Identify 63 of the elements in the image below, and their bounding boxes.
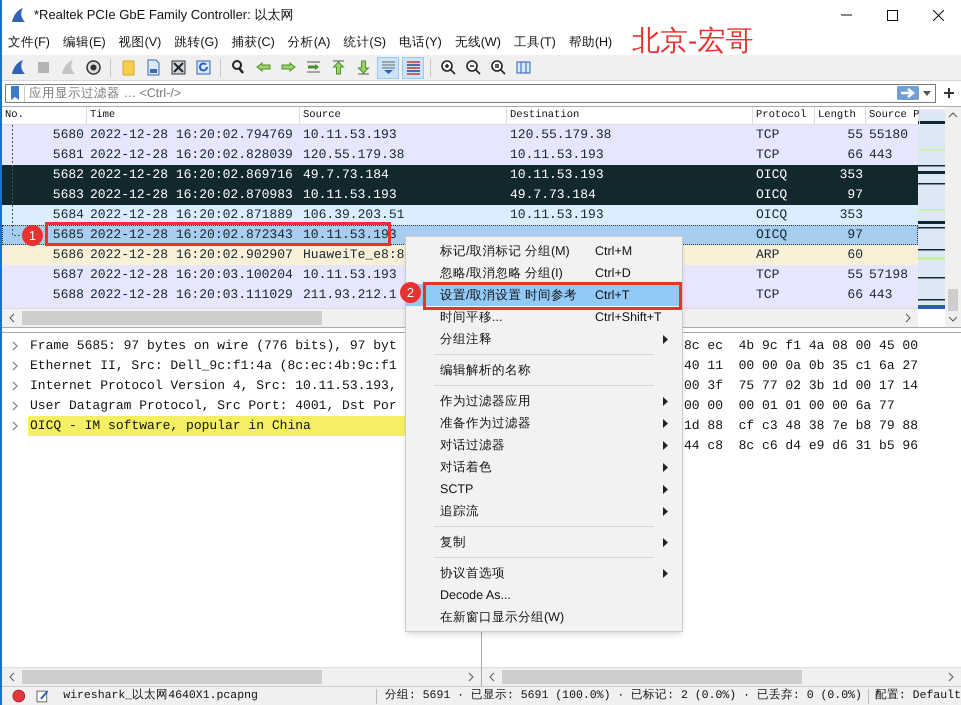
table-cell: 10.11.53.193 xyxy=(303,187,397,202)
table-cell: 353 xyxy=(840,167,863,182)
table-cell: 57198 xyxy=(869,267,908,282)
table-cell: OICQ xyxy=(756,187,788,202)
table-cell: 211.93.212.1 xyxy=(303,287,397,302)
table-cell: 55 xyxy=(847,267,863,282)
table-cell: 66 xyxy=(847,287,863,302)
table-cell: 5681 xyxy=(52,147,84,162)
table-cell: 10.11.53.193 xyxy=(510,207,604,222)
table-cell: 10.11.53.193 xyxy=(510,167,604,182)
table-cell: 2022-12-28 16:20:02.872343 xyxy=(90,227,293,242)
table-cell: OICQ xyxy=(756,227,788,242)
table-cell: OICQ xyxy=(756,207,788,222)
packet-statistics: 分组: 5691 · 已显示: 5691 (100.0%) · 已标记: 2 (0.0%) · 已丢弃: 0 (0.0%) xyxy=(384,687,862,704)
table-cell: TCP xyxy=(756,127,780,142)
table-cell: 5682 xyxy=(52,167,84,182)
hex-bytes: 44 c8 8c c6 d4 e9 d6 31 b5 96 xyxy=(684,437,920,455)
table-cell: ARP xyxy=(756,247,780,262)
table-cell: 2022-12-28 16:20:02.871889 xyxy=(90,207,293,222)
table-cell: 353 xyxy=(840,207,863,222)
table-cell: 443 xyxy=(869,147,892,162)
hex-bytes: 40 11 00 00 0a 0b 35 c1 6a 27 xyxy=(684,357,920,375)
window-title: *Realtek PCIe GbE Family Controller: 以太网 xyxy=(34,6,294,24)
table-cell: 443 xyxy=(869,287,892,302)
table-cell: 5683 xyxy=(52,187,84,202)
table-cell: HuaweiTe_e8:8 xyxy=(303,247,404,262)
table-cell: 49.7.73.184 xyxy=(303,167,389,182)
table-cell: 5684 xyxy=(52,207,84,222)
table-cell: 55180 xyxy=(869,127,908,142)
table-cell: 10.11.53.193 xyxy=(510,147,604,162)
table-cell: 5680 xyxy=(52,127,84,142)
table-cell: 49.7.73.184 xyxy=(510,187,596,202)
hex-bytes: 00 00 00 01 01 00 00 6a 77 xyxy=(684,397,896,415)
table-cell: TCP xyxy=(756,147,780,162)
table-cell: 2022-12-28 16:20:02.870983 xyxy=(90,187,293,202)
table-cell: 66 xyxy=(847,147,863,162)
hex-bytes: 1d 88 cf c3 48 38 7e b8 79 88 xyxy=(684,417,920,435)
table-cell: 2022-12-28 16:20:02.869716 xyxy=(90,167,293,182)
table-cell: 5687 xyxy=(52,267,84,282)
table-cell: 10.11.53.193 xyxy=(303,127,397,142)
table-cell: 2022-12-28 16:20:03.100204 xyxy=(90,267,293,282)
table-cell: 60 xyxy=(847,247,863,262)
table-cell: 10.11.53.193 xyxy=(303,267,397,282)
hex-bytes: 8c ec 4b 9c f1 4a 08 00 45 00 xyxy=(684,337,920,355)
table-cell: 2022-12-28 16:20:03.111029 xyxy=(90,287,293,302)
table-cell: TCP xyxy=(756,267,780,282)
table-cell: 2022-12-28 16:20:02.794769 xyxy=(90,127,293,142)
table-cell: OICQ xyxy=(756,167,788,182)
table-cell: 120.55.179.38 xyxy=(303,147,404,162)
table-cell: 2022-12-28 16:20:02.902907 xyxy=(90,247,293,262)
table-cell: 5685 xyxy=(52,227,84,242)
table-cell: 5686 xyxy=(52,247,84,262)
table-cell: 97 xyxy=(847,227,863,242)
table-cell: 5688 xyxy=(52,287,84,302)
table-cell: 55 xyxy=(847,127,863,142)
capture-file-name: wireshark_以太网4640X1.pcapng xyxy=(63,688,259,704)
table-cell: 120.55.179.38 xyxy=(510,127,612,142)
table-cell: 106.39.203.51 xyxy=(303,207,404,222)
annotation-text: 北京-宏哥 xyxy=(632,27,754,55)
table-cell: TCP xyxy=(756,287,780,302)
table-cell: 97 xyxy=(847,187,863,202)
hex-bytes: 00 3f 75 77 02 3b 1d 00 17 14 xyxy=(684,377,920,395)
table-cell: 2022-12-28 16:20:02.828039 xyxy=(90,147,293,162)
